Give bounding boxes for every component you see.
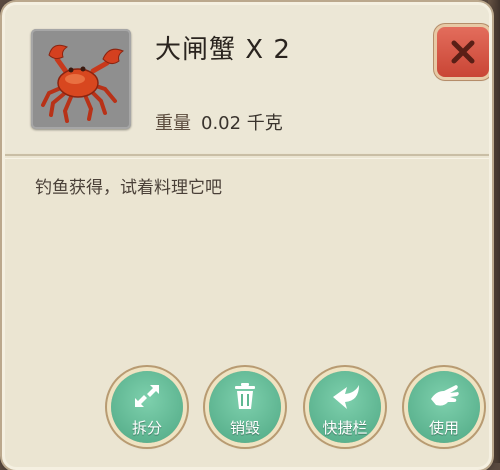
header-divider-highlight [5,158,489,159]
use-button[interactable]: 使用 [408,371,480,443]
trash-icon [235,383,255,409]
quickbar-label: 快捷栏 [322,419,368,437]
crab-icon [41,44,125,123]
close-button[interactable] [437,27,489,77]
weight-value: 0.02 千克 [201,113,283,134]
item-detail-panel: 大闸蟹 X 2 重量 0.02 千克 钓鱼获得，试着料理它吧 拆分 销毁 快捷栏… [2,2,492,470]
weight-label: 重量 [155,113,191,134]
split-arrows-icon [135,385,159,407]
use-label: 使用 [428,419,459,437]
header-divider [5,154,489,156]
close-icon [451,40,475,64]
arrow-left-icon [333,385,359,409]
weight-row: 重量 0.02 千克 [155,109,283,135]
hand-icon [431,385,459,406]
item-description: 钓鱼获得，试着料理它吧 [35,178,222,198]
split-label: 拆分 [131,419,162,437]
item-name: 大闸蟹 X 2 [155,35,291,65]
destroy-button[interactable]: 销毁 [209,371,281,443]
quickbar-button[interactable]: 快捷栏 [309,371,381,443]
item-icon-frame [31,29,131,129]
split-button[interactable]: 拆分 [111,371,183,443]
destroy-label: 销毁 [229,419,260,437]
